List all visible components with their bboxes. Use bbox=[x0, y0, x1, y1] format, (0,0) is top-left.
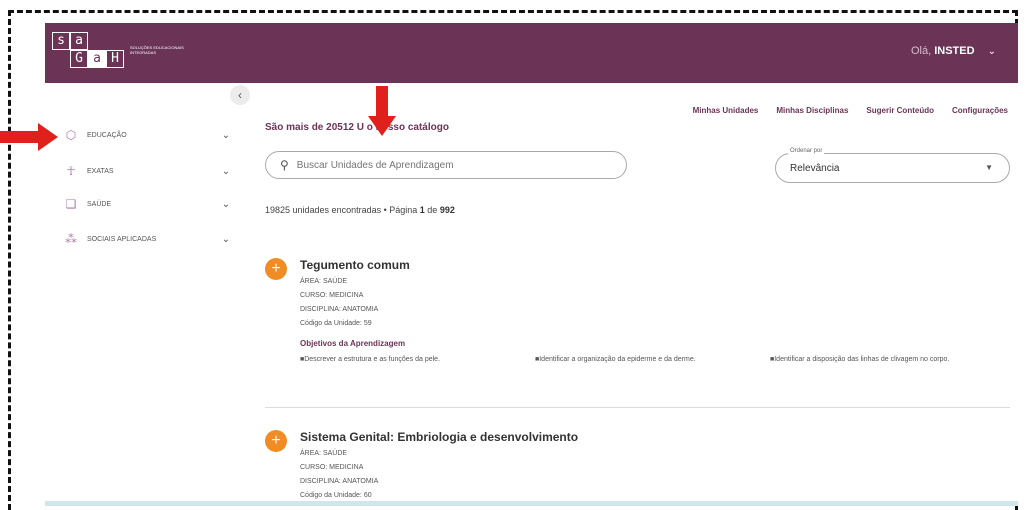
bottom-scroll-strip bbox=[45, 501, 1018, 506]
top-links: Minhas Unidades Minhas Disciplinas Suger… bbox=[693, 106, 1008, 115]
sidebar-item-label: Saúde bbox=[87, 200, 112, 208]
chevron-down-icon: ⌄ bbox=[221, 165, 231, 177]
greeting: Olá, bbox=[910, 45, 932, 57]
sidebar-item-exatas[interactable]: ☥ Exatas ⌄ bbox=[63, 161, 233, 181]
unit-area: ÁREA: SAÚDE bbox=[300, 450, 348, 457]
screenshot-area: s a G a H SOLUÇÕES EDUCACIONAIS INTEGRAD… bbox=[45, 23, 1018, 506]
unit-card: + Sistema Genital: Embriologia e desenvo… bbox=[265, 430, 1005, 506]
sidebar-item-label: Educação bbox=[87, 131, 127, 139]
order-value: Relevância bbox=[790, 163, 840, 174]
chat-icon: ❑ bbox=[65, 197, 77, 211]
objective-item: ■Identificar a disposição das linhas de … bbox=[770, 356, 950, 363]
unit-area: ÁREA: SAÚDE bbox=[300, 278, 348, 285]
unit-curso: CURSO: MEDICINA bbox=[300, 464, 364, 471]
objectives-heading: Objetivos da Aprendizagem bbox=[300, 339, 406, 348]
chevron-down-icon: ⌄ bbox=[221, 233, 231, 245]
add-unit-button[interactable]: + bbox=[265, 258, 287, 280]
graduation-cap-icon: ⬡ bbox=[65, 128, 77, 142]
objective-item: ■Descrever a estrutura e as funções da p… bbox=[300, 356, 441, 363]
search-bar[interactable]: ⚲ bbox=[265, 151, 627, 179]
unit-disciplina: DISCIPLINA: ANATOMIA bbox=[300, 306, 379, 313]
divider bbox=[265, 407, 1010, 408]
sidebar-item-saude[interactable]: ❑ Saúde ⌄ bbox=[63, 194, 233, 214]
unit-disciplina: DISCIPLINA: ANATOMIA bbox=[300, 478, 379, 485]
user-name: INSTED bbox=[934, 45, 975, 57]
chevron-down-icon: ⌄ bbox=[221, 129, 231, 141]
unit-title[interactable]: Tegumento comum bbox=[300, 258, 410, 272]
group-icon: ⁂ bbox=[65, 232, 77, 246]
sidebar-item-educacao[interactable]: ⬡ Educação ⌄ bbox=[63, 125, 233, 145]
chevron-down-icon: ⌄ bbox=[987, 46, 996, 57]
sidebar-item-sociais-aplicadas[interactable]: ⁂ Sociais Aplicadas ⌄ bbox=[63, 229, 233, 249]
top-bar: s a G a H SOLUÇÕES EDUCACIONAIS INTEGRAD… bbox=[45, 23, 1018, 83]
unit-codigo: Código da Unidade: 60 bbox=[300, 492, 372, 499]
order-select[interactable]: Ordenar por Relevância ▼ bbox=[775, 148, 1010, 183]
link-minhas-disciplinas[interactable]: Minhas Disciplinas bbox=[776, 106, 848, 115]
sidebar: ⬡ Educação ⌄ ☥ Exatas ⌄ ❑ Saúde ⌄ ⁂ Soci… bbox=[45, 83, 240, 506]
main-content: Minhas Unidades Minhas Disciplinas Suger… bbox=[240, 83, 1018, 506]
person-icon: ☥ bbox=[66, 164, 76, 178]
add-unit-button[interactable]: + bbox=[265, 430, 287, 452]
search-icon: ⚲ bbox=[280, 158, 289, 172]
sidebar-item-label: Sociais Aplicadas bbox=[87, 235, 157, 243]
red-arrow-right-icon bbox=[0, 123, 58, 151]
link-minhas-unidades[interactable]: Minhas Unidades bbox=[693, 106, 759, 115]
unit-curso: CURSO: MEDICINA bbox=[300, 292, 364, 299]
order-label: Ordenar por bbox=[788, 148, 825, 154]
red-arrow-down-icon bbox=[368, 86, 396, 136]
user-menu[interactable]: Olá, INSTED ⌄ bbox=[911, 45, 996, 57]
search-input[interactable] bbox=[294, 158, 599, 172]
unit-codigo: Código da Unidade: 59 bbox=[300, 320, 372, 327]
link-configuracoes[interactable]: Configurações bbox=[952, 106, 1008, 115]
dropdown-arrow-icon: ▼ bbox=[985, 163, 993, 172]
results-count: 19825 unidades encontradas • Página 1 de… bbox=[265, 205, 455, 215]
link-sugerir-conteudo[interactable]: Sugerir Conteúdo bbox=[866, 106, 934, 115]
unit-card: + Tegumento comum ÁREA: SAÚDE CURSO: MED… bbox=[265, 258, 1005, 408]
unit-title[interactable]: Sistema Genital: Embriologia e desenvolv… bbox=[300, 430, 578, 444]
objective-item: ■Identificar a organização da epiderme e… bbox=[535, 356, 696, 363]
logo-tagline: SOLUÇÕES EDUCACIONAIS INTEGRADAS bbox=[130, 45, 184, 55]
sidebar-item-label: Exatas bbox=[87, 167, 114, 175]
sagah-logo: s a G a H SOLUÇÕES EDUCACIONAIS INTEGRAD… bbox=[52, 32, 190, 68]
chevron-down-icon: ⌄ bbox=[221, 198, 231, 210]
catalog-heading: São mais de 20512 U o nosso catálogo bbox=[265, 122, 449, 133]
